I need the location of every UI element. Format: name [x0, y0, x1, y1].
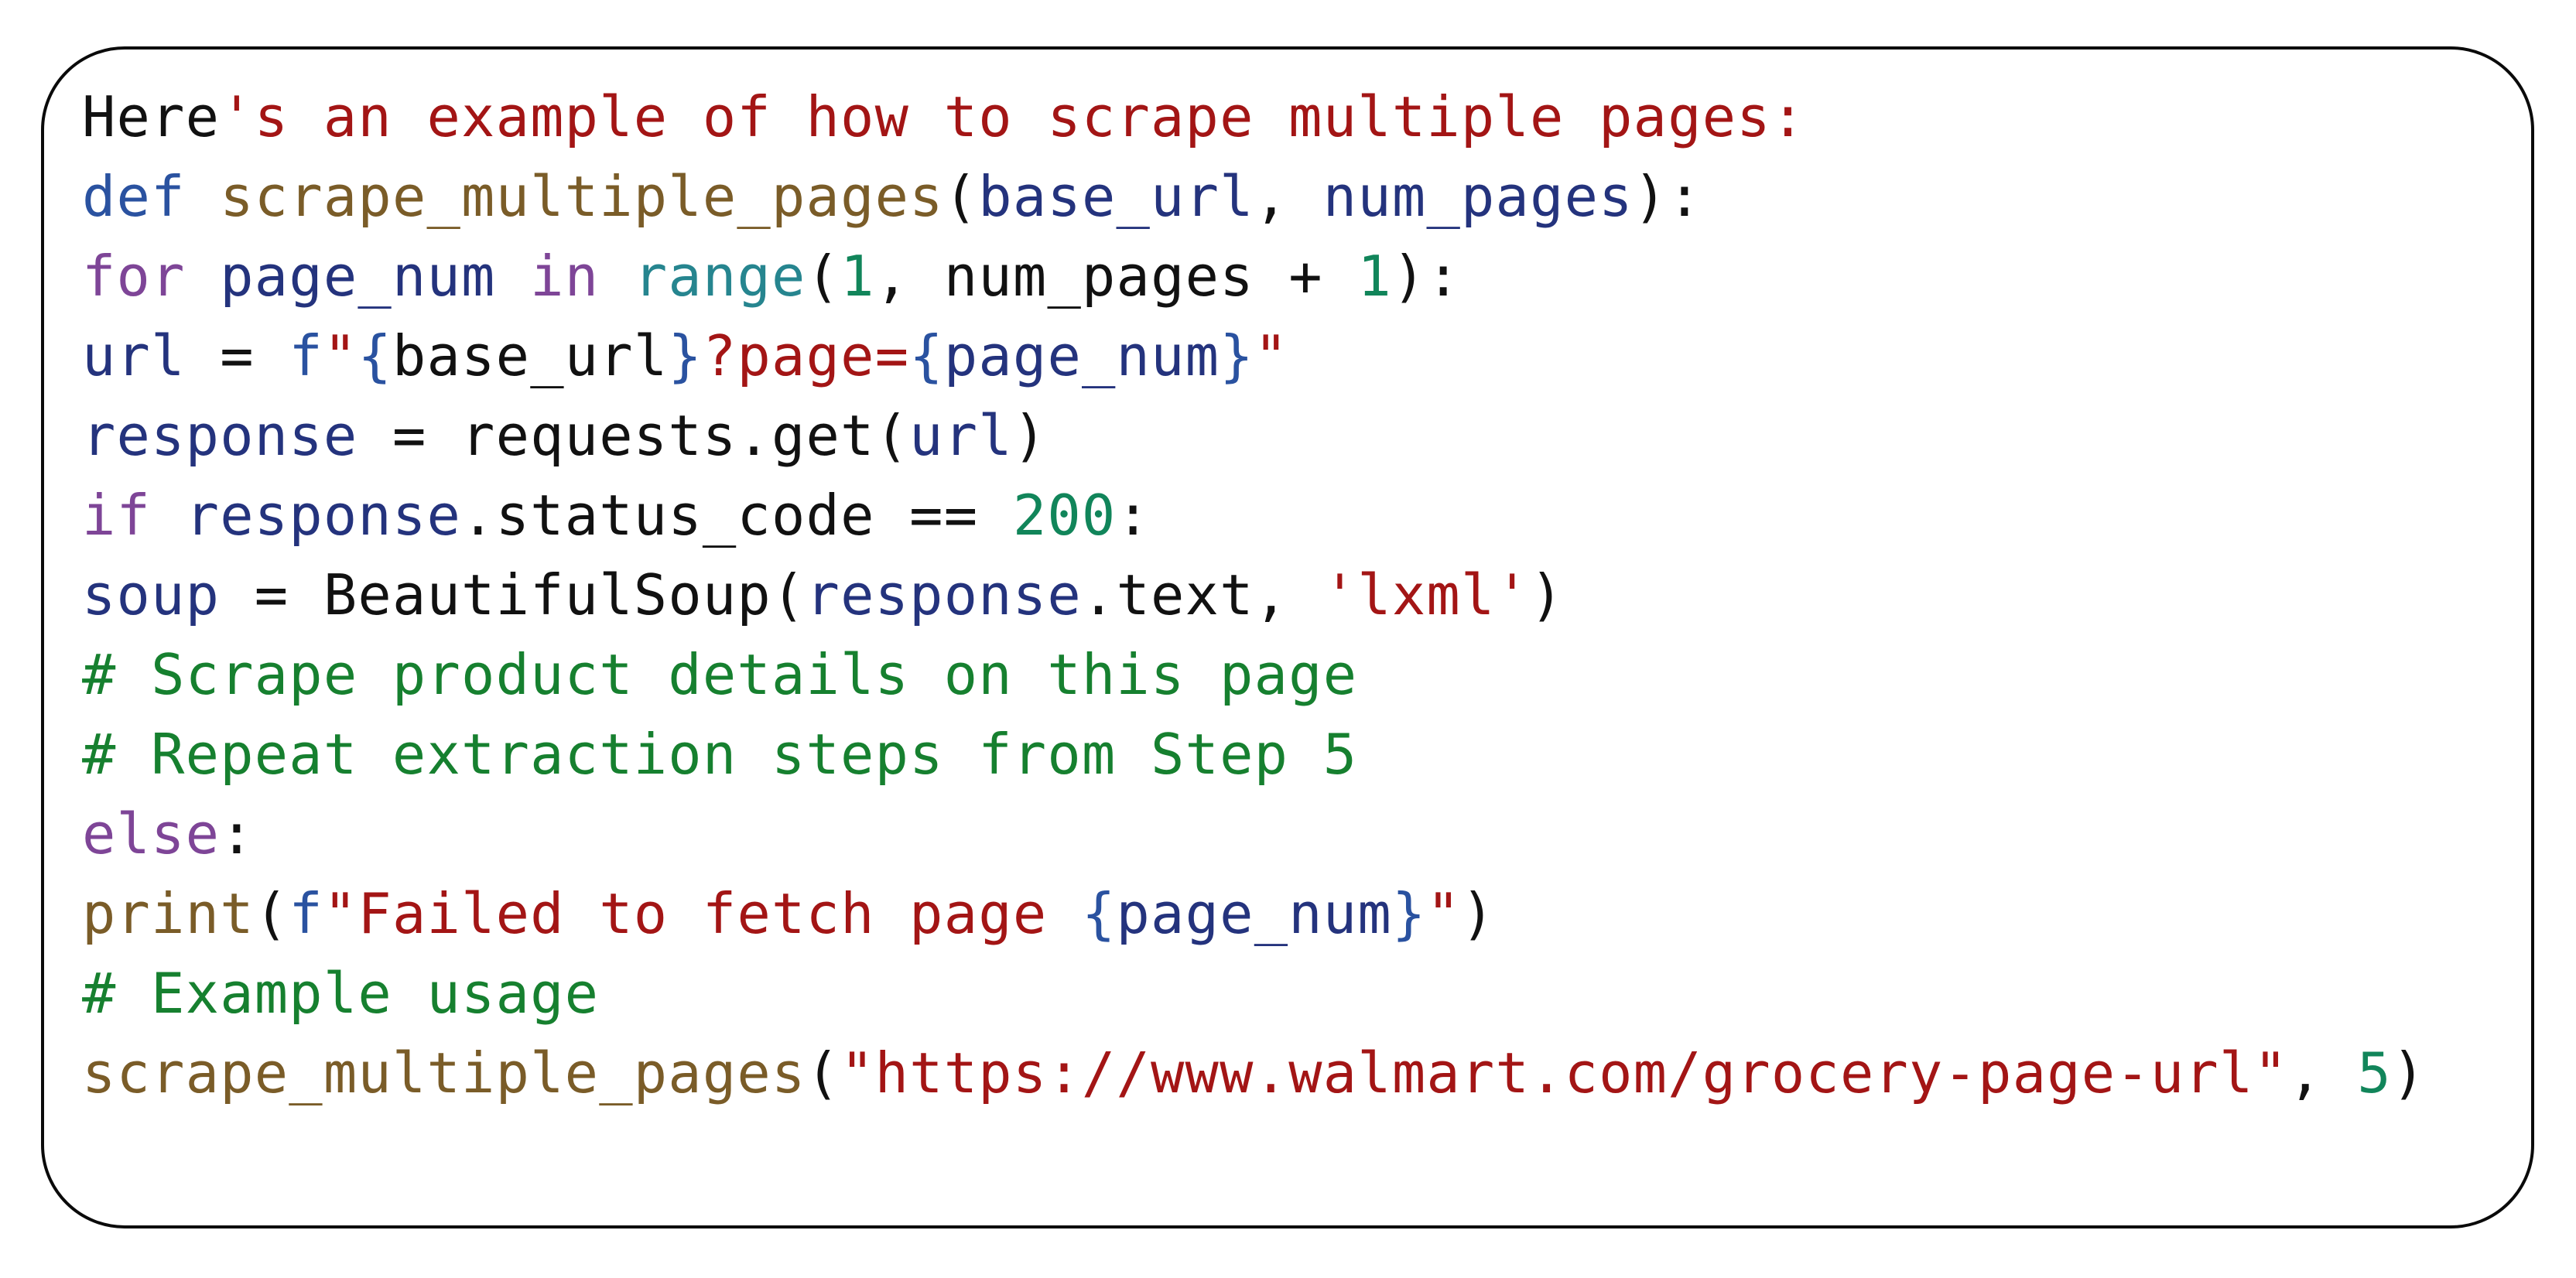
code-line: print(f"Failed to fetch page {page_num}"…	[82, 874, 2426, 954]
code-line: scrape_multiple_pages("https://www.walma…	[82, 1034, 2426, 1113]
comment-token: # Repeat extraction steps from Step 5	[82, 722, 1358, 787]
code-text: (	[806, 244, 841, 309]
control-keyword-token: in	[530, 244, 600, 309]
code-text: =	[185, 323, 289, 388]
keyword-token: {	[909, 323, 944, 388]
code-text: (	[254, 881, 289, 946]
variable-token: num_pages	[1322, 164, 1634, 229]
code-line: # Scrape product details on this page	[82, 635, 2426, 715]
code-text: base_url	[392, 323, 669, 388]
number-token: 1	[840, 244, 875, 309]
code-text: )	[1461, 881, 1496, 946]
code-line: soup = BeautifulSoup(response.text, 'lxm…	[82, 555, 2426, 635]
variable-token: response	[185, 483, 462, 548]
keyword-token: {	[357, 323, 392, 388]
code-line: def scrape_multiple_pages(base_url, num_…	[82, 157, 2426, 237]
code-line: if response.status_code == 200:	[82, 476, 2426, 555]
control-keyword-token: if	[82, 483, 152, 548]
variable-token: url	[82, 323, 186, 388]
number-token: 200	[1012, 483, 1117, 548]
control-keyword-token: for	[82, 244, 186, 309]
code-text: , num_pages +	[874, 244, 1358, 309]
string-token: "	[1254, 323, 1289, 388]
function-name-token: scrape_multiple_pages	[82, 1041, 806, 1105]
code-line: else:	[82, 794, 2426, 874]
keyword-token: f	[289, 323, 323, 388]
variable-token: page_num	[1116, 881, 1392, 946]
code-text: ):	[1391, 244, 1462, 309]
code-text: )	[2391, 1041, 2427, 1105]
keyword-token: f	[289, 881, 323, 946]
variable-token: soup	[82, 562, 221, 627]
code-text: .status_code ==	[461, 483, 1013, 548]
code-text: Here	[82, 84, 221, 149]
variable-token: response	[82, 403, 358, 468]
variable-token: page_num	[220, 244, 496, 309]
variable-token: url	[909, 403, 1013, 468]
code-text: :	[220, 801, 255, 866]
code-block: Here's an example of how to scrape multi…	[82, 77, 2426, 1113]
control-keyword-token: else	[82, 801, 221, 866]
code-text: ,	[1254, 164, 1323, 229]
keyword-token: def	[82, 164, 186, 229]
code-line: for page_num in range(1, num_pages + 1):	[82, 237, 2426, 316]
string-token: 'lxml'	[1322, 562, 1531, 627]
code-text: (	[943, 164, 979, 229]
code-line: Here's an example of how to scrape multi…	[82, 77, 2426, 157]
string-token: ?page=	[702, 323, 910, 388]
keyword-token: }	[668, 323, 703, 388]
code-text: (	[806, 1041, 841, 1105]
string-token: "	[323, 323, 358, 388]
comment-token: # Scrape product details on this page	[82, 642, 1358, 707]
number-token: 5	[2357, 1041, 2392, 1105]
variable-token: page_num	[943, 323, 1220, 388]
string-token: "	[1426, 881, 1462, 946]
code-text: :	[1116, 483, 1151, 548]
code-text: )	[1530, 562, 1565, 627]
keyword-token: {	[1081, 881, 1117, 946]
code-text: ):	[1633, 164, 1702, 229]
code-line: response = requests.get(url)	[82, 396, 2426, 476]
code-line: url = f"{base_url}?page={page_num}"	[82, 316, 2426, 396]
variable-token: response	[806, 562, 1082, 627]
code-text: = BeautifulSoup(	[220, 562, 806, 627]
function-name-token: print	[82, 881, 255, 946]
code-text: ,	[2288, 1041, 2358, 1105]
string-token: "https://www.walmart.com/grocery-page-ur…	[840, 1041, 2289, 1105]
code-line: # Example usage	[82, 954, 2426, 1034]
keyword-token: }	[1391, 881, 1427, 946]
comment-token: # Example usage	[82, 961, 600, 1026]
code-text: = requests.get(	[357, 403, 910, 468]
code-line: # Repeat extraction steps from Step 5	[82, 715, 2426, 794]
code-text: )	[1012, 403, 1048, 468]
keyword-token: }	[1220, 323, 1254, 388]
builtin-token: range	[633, 244, 806, 309]
string-token: "Failed to fetch page	[323, 881, 1082, 946]
function-name-token: scrape_multiple_pages	[220, 164, 944, 229]
string-token: 's an example of how to scrape multiple …	[220, 84, 1806, 149]
code-text: .text,	[1081, 562, 1323, 627]
variable-token: base_url	[978, 164, 1254, 229]
number-token: 1	[1357, 244, 1392, 309]
